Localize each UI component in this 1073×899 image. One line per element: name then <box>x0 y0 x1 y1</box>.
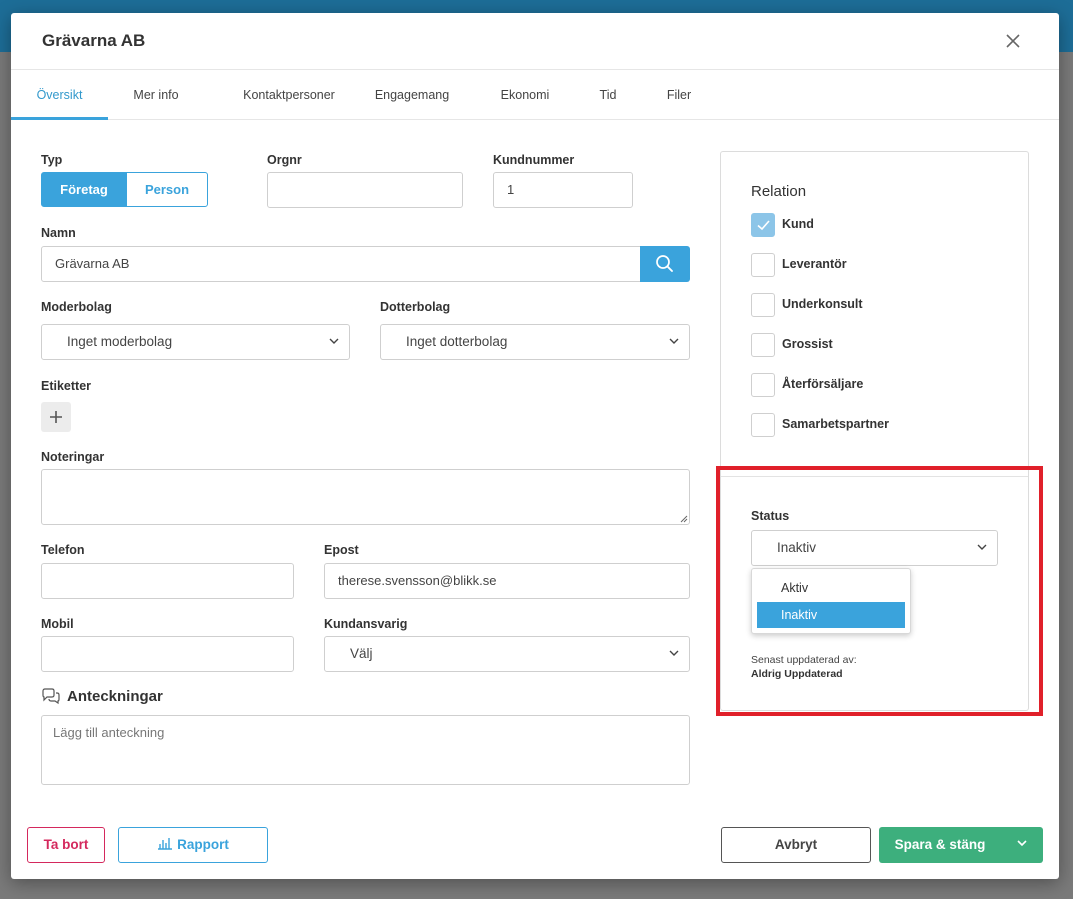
report-label: Rapport <box>177 837 229 852</box>
relation-label: Kund <box>782 217 814 231</box>
checkbox-box <box>751 373 775 397</box>
moderbolag-select[interactable]: Inget moderbolag <box>41 324 350 360</box>
moderbolag-value: Inget moderbolag <box>67 334 173 349</box>
dotterbolag-value: Inget dotterbolag <box>406 334 508 349</box>
relation-title: Relation <box>751 183 807 200</box>
comments-icon <box>42 688 60 705</box>
tab-engagemang[interactable]: Engagemang <box>369 70 455 120</box>
customer-modal: Grävarna AB Översikt Mer info Kontaktper… <box>11 13 1059 879</box>
chevron-down-icon <box>329 338 339 344</box>
kundnummer-label: Kundnummer <box>493 153 575 167</box>
epost-input[interactable]: therese.svensson@blikk.se <box>324 563 690 599</box>
modal-header: Grävarna AB <box>11 13 1059 70</box>
tab-mer-info[interactable]: Mer info <box>123 70 189 120</box>
plus-icon <box>50 411 62 423</box>
delete-button[interactable]: Ta bort <box>27 827 105 863</box>
tab-oversikt[interactable]: Översikt <box>11 70 108 120</box>
save-label: Spara & stäng <box>894 837 986 852</box>
checkbox-box <box>751 333 775 357</box>
mobil-input[interactable] <box>41 636 294 672</box>
report-button[interactable]: Rapport <box>118 827 268 863</box>
notes-title: Anteckningar <box>67 688 163 705</box>
typ-foretag-button[interactable]: Företag <box>41 172 127 207</box>
telefon-input[interactable] <box>41 563 294 599</box>
relation-label: Grossist <box>782 337 833 351</box>
tab-bar: Översikt Mer info Kontaktpersoner Engage… <box>11 70 1059 120</box>
relation-label: Samarbetspartner <box>782 417 889 431</box>
chevron-down-icon <box>1017 840 1027 847</box>
save-options-toggle[interactable] <box>1003 827 1043 863</box>
moderbolag-label: Moderbolag <box>41 300 112 314</box>
typ-label: Typ <box>41 153 63 167</box>
close-icon <box>1006 34 1020 48</box>
namn-label: Namn <box>41 226 76 240</box>
modal-title: Grävarna AB <box>42 31 146 50</box>
highlight-annotation <box>716 466 1043 716</box>
telefon-label: Telefon <box>41 543 85 557</box>
namn-input[interactable]: Grävarna AB <box>41 246 641 282</box>
kundansvarig-select[interactable]: Välj <box>324 636 690 672</box>
resize-handle-icon <box>680 515 688 523</box>
epost-label: Epost <box>324 543 359 557</box>
noteringar-label: Noteringar <box>41 450 105 464</box>
add-note-textarea[interactable]: Lägg till anteckning <box>41 715 690 785</box>
kundansvarig-label: Kundansvarig <box>324 617 408 631</box>
namn-search-button[interactable] <box>640 246 690 282</box>
relation-label: Återförsäljare <box>782 377 864 391</box>
checkbox-box <box>751 253 775 277</box>
dotterbolag-label: Dotterbolag <box>380 300 451 314</box>
etiketter-label: Etiketter <box>41 379 92 393</box>
dotterbolag-select[interactable]: Inget dotterbolag <box>380 324 690 360</box>
save-and-close-button[interactable]: Spara & stäng <box>879 827 1043 863</box>
tab-tid[interactable]: Tid <box>591 70 625 120</box>
search-icon <box>656 255 673 272</box>
tab-kontaktpersoner[interactable]: Kontaktpersoner <box>224 70 354 120</box>
orgnr-label: Orgnr <box>267 153 302 167</box>
close-button[interactable] <box>1001 29 1025 53</box>
mobil-label: Mobil <box>41 617 74 631</box>
tab-filer[interactable]: Filer <box>659 70 699 120</box>
typ-person-button[interactable]: Person <box>126 172 208 207</box>
chevron-down-icon <box>669 338 679 344</box>
kundnummer-input[interactable]: 1 <box>493 172 633 208</box>
checkbox-box <box>751 293 775 317</box>
add-note-placeholder: Lägg till anteckning <box>53 725 165 740</box>
orgnr-input[interactable] <box>267 172 463 208</box>
relation-label: Underkonsult <box>782 297 863 311</box>
relation-label: Leverantör <box>782 257 847 271</box>
tab-ekonomi[interactable]: Ekonomi <box>493 70 557 120</box>
noteringar-textarea[interactable] <box>41 469 690 525</box>
bar-chart-icon <box>158 838 173 850</box>
chevron-down-icon <box>669 650 679 656</box>
kundansvarig-value: Välj <box>350 646 373 661</box>
checkmark-icon <box>757 220 770 231</box>
checkbox-box <box>751 213 775 237</box>
checkbox-box <box>751 413 775 437</box>
cancel-button[interactable]: Avbryt <box>721 827 871 863</box>
add-tag-button[interactable] <box>41 402 71 432</box>
